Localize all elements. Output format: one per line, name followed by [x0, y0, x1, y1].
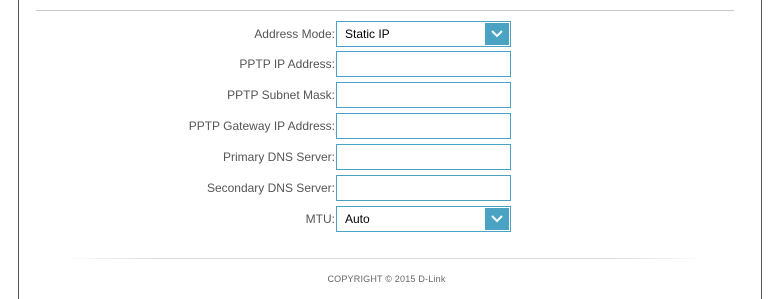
address-mode-select[interactable]: Static IP — [336, 21, 511, 47]
top-divider — [36, 10, 734, 11]
pptp-gateway-ip-address-label: PPTP Gateway IP Address: — [188, 119, 335, 133]
primary-dns-server-label: Primary DNS Server: — [222, 150, 335, 164]
pptp-ip-address-row: PPTP IP Address: — [0, 51, 773, 77]
mtu-select[interactable]: Auto — [336, 206, 511, 232]
mtu-row: MTU: Auto — [0, 206, 773, 232]
secondary-dns-server-input[interactable] — [336, 175, 511, 201]
mtu-label: MTU: — [305, 212, 335, 226]
pptp-subnet-mask-row: PPTP Subnet Mask: — [0, 82, 773, 108]
primary-dns-server-row: Primary DNS Server: — [0, 144, 773, 170]
address-mode-row: Address Mode: Static IP — [0, 21, 773, 47]
pptp-subnet-mask-input[interactable] — [336, 82, 511, 108]
pptp-gateway-ip-address-row: PPTP Gateway IP Address: — [0, 113, 773, 139]
primary-dns-server-input[interactable] — [336, 144, 511, 170]
pptp-subnet-mask-label: PPTP Subnet Mask: — [227, 88, 335, 102]
address-mode-label: Address Mode: — [254, 27, 335, 41]
secondary-dns-server-row: Secondary DNS Server: — [0, 175, 773, 201]
secondary-dns-server-label: Secondary DNS Server: — [206, 181, 335, 195]
copyright-text: COPYRIGHT © 2015 D-Link — [327, 274, 446, 284]
footer-divider — [60, 258, 710, 259]
pptp-ip-address-label: PPTP IP Address: — [239, 57, 335, 71]
mtu-value: Auto — [345, 212, 370, 226]
address-mode-value: Static IP — [345, 27, 390, 41]
pptp-ip-address-input[interactable] — [336, 51, 511, 77]
pptp-gateway-ip-address-input[interactable] — [336, 113, 511, 139]
chevron-down-icon[interactable] — [485, 23, 509, 45]
chevron-down-icon[interactable] — [485, 208, 509, 230]
